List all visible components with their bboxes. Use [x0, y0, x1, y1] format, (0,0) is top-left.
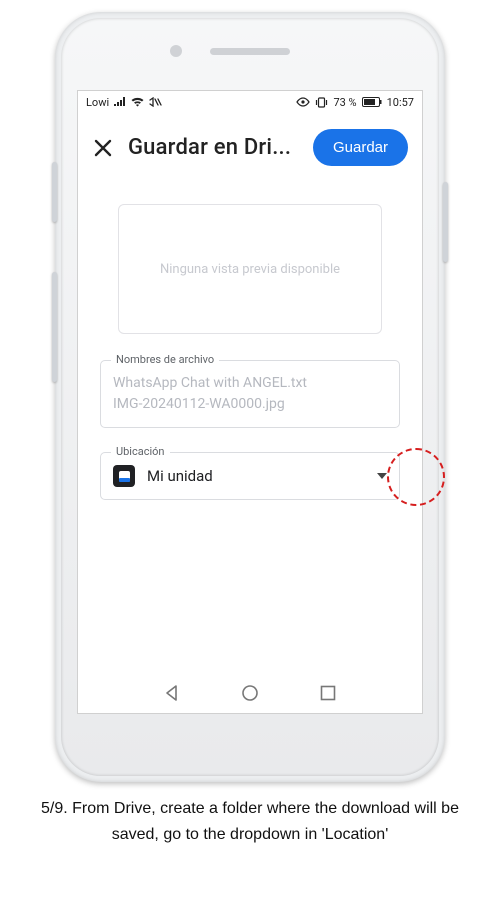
nav-back-button[interactable] — [163, 684, 181, 702]
battery-icon — [362, 97, 382, 107]
nav-home-button[interactable] — [241, 684, 259, 702]
carrier-label: Lowi — [86, 96, 109, 109]
location-field[interactable]: Ubicación Mi unidad — [100, 452, 400, 500]
close-button[interactable] — [92, 137, 114, 159]
eye-icon — [296, 97, 310, 107]
nav-recent-button[interactable] — [319, 684, 337, 702]
phone-frame: Lowi 73 % 10:57 Guardar en D — [55, 12, 445, 782]
content-area: Ninguna vista previa disponible Nombres … — [78, 180, 422, 538]
page-title: Guardar en Dri... — [128, 135, 299, 160]
drive-icon — [113, 465, 135, 487]
square-recent-icon — [319, 684, 337, 702]
preview-box: Ninguna vista previa disponible — [118, 204, 382, 334]
circle-home-icon — [241, 684, 259, 702]
volume-down-button — [52, 272, 57, 382]
preview-placeholder: Ninguna vista previa disponible — [160, 262, 340, 277]
triangle-back-icon — [163, 684, 181, 702]
volume-up-button — [52, 162, 57, 222]
filenames-field[interactable]: Nombres de archivo WhatsApp Chat with AN… — [100, 360, 400, 428]
chevron-down-icon — [377, 473, 387, 479]
wifi-icon — [131, 97, 144, 107]
filename-line: IMG-20240112-WA0000.jpg — [113, 394, 387, 415]
filenames-legend: Nombres de archivo — [111, 353, 219, 366]
filename-line: WhatsApp Chat with ANGEL.txt — [113, 373, 387, 394]
signal-icon — [114, 97, 126, 107]
speaker-grille — [210, 48, 290, 55]
volte-icon — [149, 97, 163, 107]
location-legend: Ubicación — [111, 445, 170, 458]
location-value: Mi unidad — [147, 467, 365, 485]
front-camera — [170, 45, 182, 57]
vibrate-icon — [315, 97, 328, 108]
close-icon — [94, 139, 112, 157]
android-nav-bar — [78, 673, 422, 713]
battery-pct: 73 % — [333, 96, 356, 109]
power-button — [443, 182, 448, 262]
clock: 10:57 — [387, 96, 414, 109]
status-bar: Lowi 73 % 10:57 — [78, 91, 422, 113]
app-header: Guardar en Dri... Guardar — [78, 113, 422, 180]
save-button[interactable]: Guardar — [313, 129, 408, 166]
caption-text: 5/9. From Drive, create a folder where t… — [0, 796, 500, 849]
screen: Lowi 73 % 10:57 Guardar en D — [77, 90, 423, 714]
